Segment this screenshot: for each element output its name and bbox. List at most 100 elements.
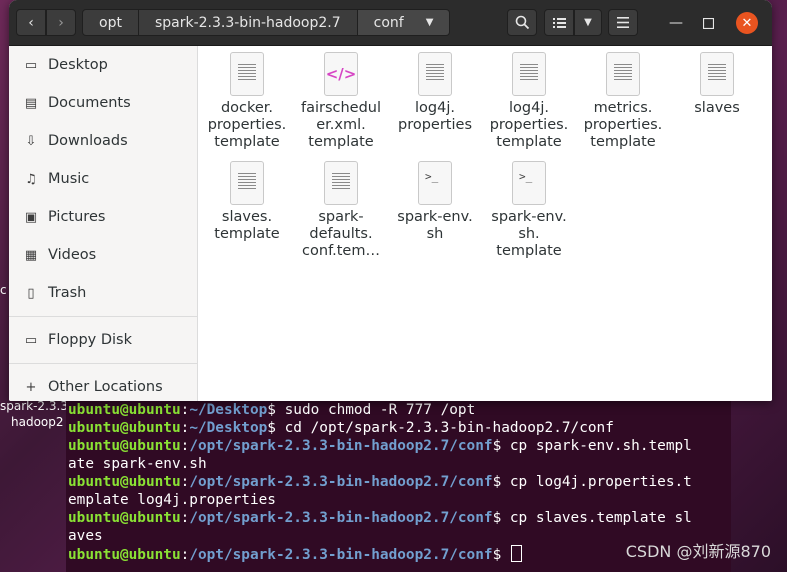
sidebar-item-pictures[interactable]: ▣ Pictures [9, 198, 197, 236]
prompt-user: ubuntu@ubuntu [68, 474, 181, 490]
file-item[interactable]: spark-defaults. conf.tem… [297, 161, 385, 260]
file-name: spark-defaults. conf.tem… [302, 209, 380, 259]
breadcrumb-conf[interactable]: conf ▼ [357, 9, 451, 36]
file-name: log4j. properties [398, 100, 472, 133]
search-button[interactable] [507, 9, 537, 36]
breadcrumb-spark[interactable]: spark-2.3.3-bin-hadoop2.7 [138, 9, 358, 36]
close-icon: ✕ [741, 15, 753, 31]
xml-file-icon: </> [324, 52, 358, 96]
terminal-line: ate spark-env.sh [68, 455, 731, 473]
sidebar-item-other-locations[interactable]: + Other Locations [9, 368, 197, 401]
minimize-icon: — [669, 15, 683, 31]
music-icon: ♫ [25, 171, 37, 187]
prompt-path: /opt/spark-2.3.3-bin-hadoop2.7/conf [189, 438, 493, 454]
file-item[interactable]: docker. properties. template [203, 52, 291, 151]
back-button[interactable]: ‹ [16, 9, 46, 36]
shell-script-icon: >_ [512, 161, 546, 205]
prompt-user: ubuntu@ubuntu [68, 402, 181, 418]
sidebar-item-videos[interactable]: ▦ Videos [9, 236, 197, 274]
command-text: aves [68, 528, 103, 544]
file-item[interactable]: >_ spark-env. sh [391, 161, 479, 243]
terminal-line: ubuntu@ubuntu:/opt/spark-2.3.3-bin-hadoo… [68, 510, 692, 526]
list-view-icon [552, 17, 566, 28]
caret-down-icon: ▼ [425, 17, 434, 28]
file-name: metrics. properties. template [583, 100, 663, 150]
sidebar-item-desktop[interactable]: ▭ Desktop [9, 46, 197, 84]
close-button[interactable]: ✕ [736, 12, 758, 34]
breadcrumb: opt spark-2.3.3-bin-hadoop2.7 conf ▼ [82, 9, 451, 36]
maximize-icon [702, 17, 714, 29]
file-item[interactable]: metrics. properties. template [579, 52, 667, 151]
sidebar: ▭ Desktop ▤ Documents ⇩ Downloads ♫ Music ▣ Pictu… [9, 46, 198, 401]
prompt-path: ~/Desktop [189, 402, 268, 418]
header-bar: ‹ › opt spark-2.3.3-bin-hadoop2.7 conf ▼ … [9, 0, 772, 46]
text-file-icon [512, 52, 546, 96]
prompt-user: ubuntu@ubuntu [68, 438, 181, 454]
sidebar-item-label: Other Locations [48, 379, 163, 395]
file-name: spark-env. sh. template [491, 209, 567, 259]
breadcrumb-label: opt [99, 14, 122, 31]
command-text: $ cp slaves.template sl [492, 510, 692, 526]
floppy-disk-icon: ▭ [24, 332, 38, 348]
hamburger-icon [617, 17, 629, 28]
shell-script-icon: >_ [418, 161, 452, 205]
terminal-line: ubuntu@ubuntu:~/Desktop$ sudo chmod -R 7… [68, 402, 476, 418]
prompt-user: ubuntu@ubuntu [68, 420, 181, 436]
file-name: docker. properties. template [207, 100, 287, 150]
file-name: slaves. template [214, 209, 280, 242]
sidebar-item-label: Downloads [48, 133, 128, 149]
terminal-cursor [510, 545, 522, 562]
main-menu-button[interactable] [608, 9, 638, 36]
sidebar-item-music[interactable]: ♫ Music [9, 160, 197, 198]
prompt-path: ~/Desktop [189, 420, 268, 436]
terminal-line: ubuntu@ubuntu:/opt/spark-2.3.3-bin-hadoo… [68, 474, 692, 490]
prompt-user: ubuntu@ubuntu [68, 547, 181, 563]
file-item[interactable]: log4j. properties. template [485, 52, 573, 151]
file-item[interactable]: </> fairschedul er.xml. template [297, 52, 385, 151]
sidebar-item-label: Videos [48, 247, 97, 263]
sidebar-item-trash[interactable]: ▯ Trash [9, 274, 197, 312]
text-file-icon [230, 161, 264, 205]
file-item[interactable]: log4j. properties [391, 52, 479, 134]
breadcrumb-label: spark-2.3.3-bin-hadoop2.7 [154, 14, 341, 31]
downloads-icon: ⇩ [25, 133, 37, 149]
file-item[interactable]: >_ spark-env. sh. template [485, 161, 573, 260]
command-text: $ cp log4j.properties.t [492, 474, 692, 490]
view-options-button[interactable]: ▼ [574, 9, 602, 36]
command-text: emplate log4j.properties [68, 492, 276, 508]
sidebar-item-label: Music [48, 171, 90, 187]
list-view-button[interactable] [544, 9, 574, 36]
command-text: ate spark-env.sh [68, 456, 207, 472]
sidebar-item-label: Documents [48, 95, 131, 111]
text-file-icon [418, 52, 452, 96]
breadcrumb-label: conf [373, 14, 404, 31]
sidebar-item-downloads[interactable]: ⇩ Downloads [9, 122, 197, 160]
file-grid: docker. properties. template </> fairschedul… [198, 46, 772, 401]
desktop-icon: ▭ [24, 57, 38, 73]
minimize-button[interactable]: — [667, 14, 685, 32]
command-text: $ cd /opt/spark-2.3.3-bin-hadoop2.7/conf [267, 420, 614, 436]
maximize-button[interactable] [699, 14, 717, 32]
text-file-icon [606, 52, 640, 96]
prompt-path: /opt/spark-2.3.3-bin-hadoop2.7/conf [189, 474, 493, 490]
trash-icon: ▯ [27, 285, 35, 301]
text-file-icon [700, 52, 734, 96]
terminal-line: ubuntu@ubuntu:~/Desktop$ cd /opt/spark-2… [68, 420, 614, 436]
forward-button[interactable]: › [46, 9, 76, 36]
text-file-icon [230, 52, 264, 96]
documents-icon: ▤ [24, 95, 38, 111]
sidebar-item-documents[interactable]: ▤ Documents [9, 84, 197, 122]
file-name: slaves [694, 100, 740, 116]
file-item[interactable]: slaves. template [203, 161, 291, 243]
sidebar-item-floppy-disk[interactable]: ▭ Floppy Disk [9, 321, 197, 359]
watermark: CSDN @刘新源870 [625, 542, 771, 561]
sidebar-separator [9, 316, 197, 317]
breadcrumb-opt[interactable]: opt [82, 9, 139, 36]
videos-icon: ▦ [24, 247, 38, 263]
chevron-left-icon: ‹ [28, 14, 34, 31]
file-item[interactable]: slaves [673, 52, 761, 117]
command-text: $ cp spark-env.sh.templ [492, 438, 692, 454]
chevron-right-icon: › [58, 14, 64, 31]
sidebar-item-label: Pictures [48, 209, 106, 225]
terminal-line: ubuntu@ubuntu:/opt/spark-2.3.3-bin-hadoo… [68, 438, 692, 454]
